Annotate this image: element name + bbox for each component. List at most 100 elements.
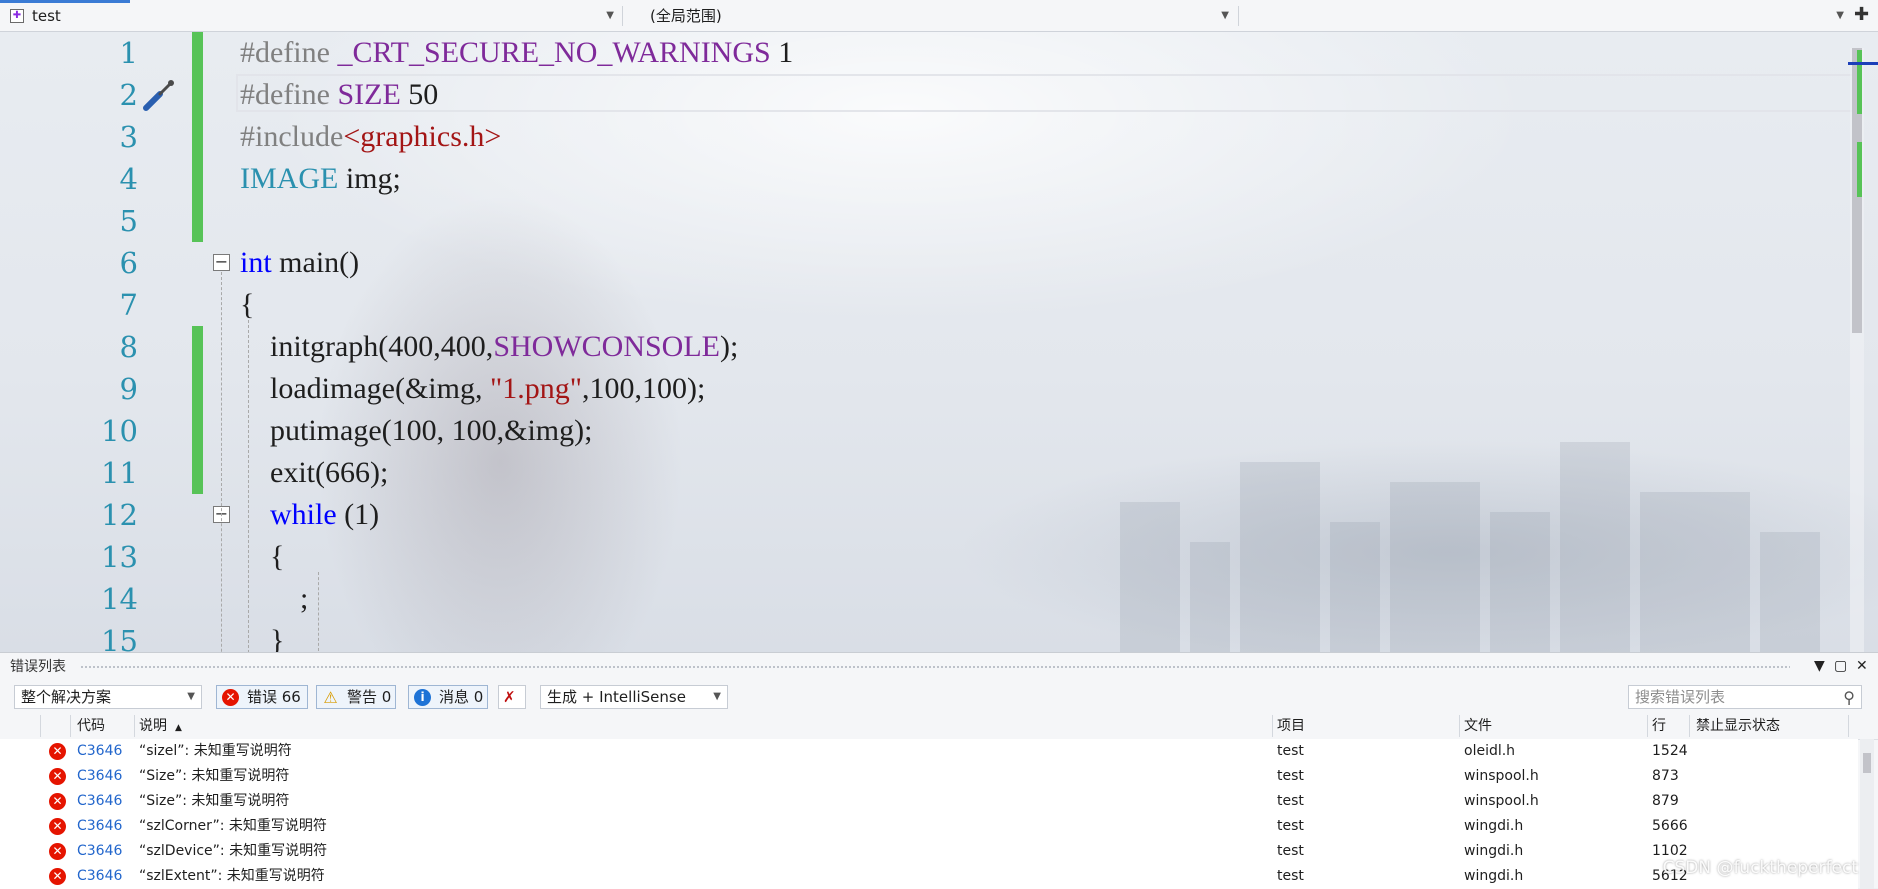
error-code-link[interactable]: C3646 — [77, 789, 122, 814]
table-row[interactable]: ✕ C3646 “szlCorner”: 未知重写说明符 test wingdi.h 56… — [0, 814, 1858, 839]
vertical-scrollbar[interactable] — [1850, 48, 1864, 652]
navigation-bar: ✚ test ▼ (全局范围) ▼ ▼ ✚ — [0, 0, 1878, 32]
chevron-down-icon: ▼ — [606, 10, 614, 21]
code-line[interactable]: 5 — [0, 200, 1840, 242]
error-project: test — [1277, 818, 1304, 834]
search-icon[interactable]: ⚲ — [1843, 687, 1855, 709]
collapse-icon[interactable]: − — [213, 254, 230, 271]
scrollbar-change-marker — [1857, 142, 1862, 197]
code-line[interactable]: 4 IMAGE img; — [0, 158, 1840, 200]
chevron-down-icon: ▼ — [187, 691, 195, 702]
panel-menu-icon[interactable]: ▼ — [1814, 657, 1825, 675]
error-line: 1524 — [1652, 743, 1688, 759]
panel-drag-grip[interactable] — [80, 665, 1790, 669]
table-row[interactable]: ✕ C3646 “Size”: 未知重写说明符 test winspool.h 879 — [0, 789, 1858, 814]
error-description: “szlCorner”: 未知重写说明符 — [139, 818, 327, 834]
clear-filter-icon: ✗ — [503, 688, 516, 706]
code-line[interactable]: 6 int main() — [0, 242, 1840, 284]
code-line[interactable]: 1 #define _CRT_SECURE_NO_WARNINGS 1 — [0, 32, 1840, 74]
line-number: 3 — [119, 120, 138, 154]
code-token: "1.png" — [489, 372, 582, 405]
messages-filter-label: 消息 0 — [439, 688, 484, 706]
scope-select[interactable]: 整个解决方案 ▼ — [14, 685, 202, 709]
change-indicator-bar — [192, 32, 203, 74]
line-number: 8 — [119, 330, 138, 364]
code-line[interactable]: 3 #include<graphics.h> — [0, 116, 1840, 158]
code-text: initgraph(400,400,SHOWCONSOLE); — [240, 326, 738, 368]
errors-filter-label: 错误 66 — [247, 688, 301, 706]
error-code-link[interactable]: C3646 — [77, 814, 122, 839]
error-code-link[interactable]: C3646 — [77, 864, 122, 889]
error-file: oleidl.h — [1464, 743, 1516, 759]
line-number: 9 — [119, 372, 138, 406]
scope-dropdown[interactable]: (全局范围) ▼ — [630, 4, 1235, 28]
code-line[interactable]: 12 while (1) — [0, 494, 1840, 536]
messages-filter-button[interactable]: i 消息 0 — [408, 685, 488, 709]
errors-filter-button[interactable]: ✕ 错误 66 — [216, 685, 308, 709]
warning-icon: ⚠ — [323, 688, 338, 707]
error-code-link[interactable]: C3646 — [77, 739, 122, 764]
member-dropdown[interactable]: ▼ — [1243, 4, 1850, 28]
code-line[interactable]: 10 putimage(100, 100,&img); — [0, 410, 1840, 452]
build-source-select[interactable]: 生成 + IntelliSense ▼ — [540, 685, 728, 709]
error-code-link[interactable]: C3646 — [77, 839, 122, 864]
code-editor[interactable]: 1 #define _CRT_SECURE_NO_WARNINGS 1 2 #defi… — [0, 32, 1878, 652]
maximize-icon[interactable]: ▢ — [1834, 657, 1847, 675]
table-row[interactable]: ✕ C3646 “szlExtent”: 未知重写说明符 test wingdi.h 56… — [0, 864, 1858, 889]
column-header-suppression[interactable]: 禁止显示状态 — [1696, 713, 1780, 739]
code-token: 50 — [400, 78, 439, 111]
error-project: test — [1277, 793, 1304, 809]
code-token: SIZE — [337, 78, 401, 111]
code-line[interactable]: 14 ; — [0, 578, 1840, 620]
error-code-link[interactable]: C3646 — [77, 764, 122, 789]
change-indicator-bar — [192, 158, 203, 200]
warnings-filter-button[interactable]: ⚠ 警告 0 — [316, 685, 396, 709]
code-token: #include — [240, 120, 344, 153]
change-indicator-bar — [192, 74, 203, 116]
line-number: 10 — [101, 414, 138, 448]
code-token: SHOWCONSOLE — [493, 330, 720, 363]
table-row[interactable]: ✕ C3646 “Size”: 未知重写说明符 test winspool.h 873 — [0, 764, 1858, 789]
error-list-scrollbar[interactable] — [1860, 739, 1874, 889]
table-row[interactable]: ✕ C3646 “sizel”: 未知重写说明符 test oleidl.h 1524 — [0, 739, 1858, 764]
search-error-list-input[interactable]: 搜索错误列表 ⚲ — [1628, 685, 1862, 709]
project-dropdown[interactable]: ✚ test ▼ — [8, 4, 620, 28]
code-line[interactable]: 9 loadimage(&img, "1.png",100,100); — [0, 368, 1840, 410]
column-header-line[interactable]: 行 — [1652, 713, 1666, 739]
scrollbar-thumb[interactable] — [1863, 753, 1871, 773]
column-header-project[interactable]: 项目 — [1277, 713, 1305, 739]
active-tab-accent — [0, 0, 130, 3]
change-indicator-bar — [192, 410, 203, 452]
table-row[interactable]: ✕ C3646 “szlDevice”: 未知重写说明符 test wingdi.h 11… — [0, 839, 1858, 864]
code-line[interactable]: 15 } — [0, 620, 1840, 652]
sort-ascending-icon: ▲ — [175, 723, 182, 733]
column-header-code[interactable]: 代码 — [77, 713, 105, 739]
clear-filter-button[interactable]: ✗ — [498, 685, 526, 709]
column-header-description[interactable]: 说明 ▲ — [139, 713, 182, 739]
split-window-icon[interactable]: ✚ — [1854, 6, 1872, 24]
code-line[interactable]: 8 initgraph(400,400,SHOWCONSOLE); — [0, 326, 1840, 368]
close-icon[interactable]: ✕ — [1856, 657, 1868, 675]
change-indicator-bar — [192, 452, 203, 494]
error-description: “szlExtent”: 未知重写说明符 — [139, 868, 325, 884]
code-line[interactable]: 13 { — [0, 536, 1840, 578]
code-line[interactable]: 7{ — [0, 284, 1840, 326]
column-divider — [40, 715, 41, 737]
column-divider — [1647, 715, 1648, 737]
code-token: #define — [240, 78, 338, 111]
code-text: #include<graphics.h> — [240, 116, 501, 158]
code-line[interactable]: 11 exit(666); — [0, 452, 1840, 494]
change-indicator-bar — [192, 116, 203, 158]
code-token: (1) — [336, 498, 380, 531]
code-text: } — [240, 620, 284, 652]
column-header-file[interactable]: 文件 — [1464, 713, 1492, 739]
code-text: putimage(100, 100,&img); — [240, 410, 592, 452]
code-token: ; — [240, 582, 309, 615]
line-number: 2 — [119, 78, 138, 112]
code-text: ; — [240, 578, 308, 620]
code-line[interactable]: 2 #define SIZE 50 — [0, 74, 1840, 116]
scope-dropdown-label: (全局范围) — [650, 7, 722, 25]
nav-divider — [1238, 6, 1239, 26]
error-line: 879 — [1652, 793, 1679, 809]
error-icon: ✕ — [222, 689, 239, 706]
